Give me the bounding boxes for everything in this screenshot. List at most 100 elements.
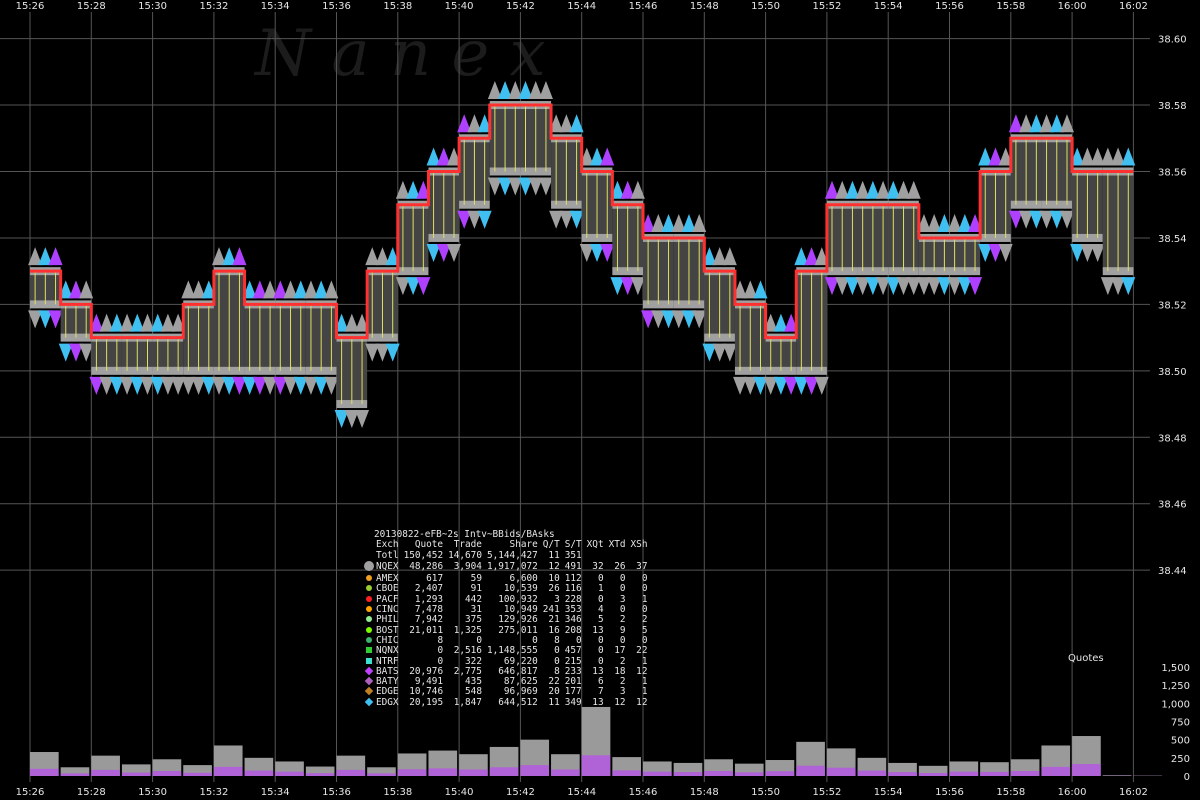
volume-bar-segment [397, 769, 427, 776]
volume-tick-label: 1,250 [1161, 681, 1190, 692]
x-tick-label-top: 15:52 [812, 1, 841, 12]
stats-cell-quote: 150,452 [403, 549, 444, 561]
stats-cell-quote: 8 [437, 634, 444, 646]
stats-cell-qt: 11 [548, 696, 560, 708]
volume-bar-segment [551, 769, 580, 776]
exchange-marker-icon [364, 560, 374, 571]
stats-cell-quote: 48,286 [409, 561, 444, 573]
volume-bar-segment [734, 772, 764, 776]
x-tick-label-top: 16:00 [1058, 1, 1087, 12]
stats-cell-trade: 3,904 [453, 561, 482, 573]
bid-marker [600, 243, 615, 262]
exchange-marker-icon [366, 585, 372, 592]
volume-bar-segment [857, 770, 887, 776]
volume-bar-segment [428, 768, 458, 776]
volume-bar-segment [673, 772, 703, 776]
y-tick-label: 38.54 [1158, 234, 1187, 245]
x-tick-label-top: 15:32 [199, 1, 228, 12]
volume-bar-segment [91, 769, 120, 776]
y-tick-label: 38.50 [1158, 367, 1187, 378]
stats-cell-quote: 20,195 [409, 696, 444, 708]
x-tick-label-top: 15:30 [138, 1, 167, 12]
x-tick-label-top: 15:44 [567, 1, 596, 12]
volume-tick-label: 1,500 [1161, 663, 1190, 674]
exchange-marker-icon [366, 595, 372, 602]
stats-header-cell: XTd [608, 539, 626, 551]
x-tick-label-bottom: 15:56 [935, 787, 964, 798]
stats-cell-xqt: 13 [592, 696, 604, 708]
x-tick-label-bottom: 15:36 [322, 787, 351, 798]
volume-bar-segment [275, 771, 304, 776]
stats-cell-qt: 12 [548, 561, 560, 573]
y-tick-label: 38.60 [1158, 35, 1187, 46]
volume-bar-segment [305, 773, 335, 776]
y-tick-label: 38.44 [1158, 566, 1187, 577]
stats-cell-qt: 11 [548, 549, 560, 561]
volume-tick-label: 0 [1184, 772, 1190, 783]
x-tick-label-top: 15:56 [935, 1, 964, 12]
stats-cell-trade: 1,847 [453, 696, 482, 708]
exchange-marker-icon [366, 575, 372, 582]
x-tick-label-top: 15:28 [77, 1, 106, 12]
x-tick-label-top: 15:40 [445, 1, 474, 12]
volume-bar-segment [459, 769, 488, 776]
y-tick-label: 38.48 [1158, 433, 1187, 444]
x-tick-label-bottom: 15:30 [138, 787, 167, 798]
x-tick-label-bottom: 15:28 [77, 787, 106, 798]
stats-row: BOST 21,011 1,325 275,011 16 208 13 9 5 [364, 625, 647, 636]
x-tick-label-top: 15:48 [690, 1, 719, 12]
ask-marker [722, 247, 737, 266]
bid-marker [538, 177, 553, 196]
stats-cell-xqt [582, 551, 604, 561]
y-tick-label: 38.46 [1158, 500, 1187, 511]
exchange-marker-icon [366, 636, 372, 643]
x-tick-label-top: 15:36 [322, 1, 351, 12]
volume-bar-segment [826, 767, 856, 776]
x-tick-label-top: 15:38 [383, 1, 412, 12]
stats-cell-xsh: 37 [636, 561, 648, 573]
stats-cell-xtd: 26 [614, 561, 626, 573]
volume-bar-segment [612, 770, 641, 776]
stats-cell-quote: 0 [437, 645, 444, 657]
x-tick-label-top: 16:02 [1119, 1, 1148, 12]
volume-chart-title: Quotes [1068, 653, 1104, 664]
y-tick-label: 38.52 [1158, 300, 1187, 311]
stats-row: Totl 150,452 14,670 5,144,427 11 351 [364, 549, 648, 561]
x-tick-label-bottom: 15:34 [261, 787, 290, 798]
x-tick-label-top: 15:50 [751, 1, 780, 12]
x-tick-label-top: 15:58 [996, 1, 1025, 12]
y-tick-label: 38.58 [1158, 101, 1187, 112]
exchange-marker-icon [366, 647, 372, 654]
volume-bar-segment [796, 765, 825, 776]
bid-marker [1090, 243, 1105, 262]
x-tick-label-top: 15:34 [261, 1, 290, 12]
stats-title: 20130822-eFB~2s Intv~BBids/BAsks [374, 529, 555, 540]
volume-tick-label: 500 [1171, 736, 1190, 747]
stats-cell-trade: 14,670 [448, 549, 482, 561]
volume-bar-segment [244, 770, 274, 776]
stats-cell-st: 349 [564, 696, 582, 708]
bid-marker [968, 277, 983, 296]
x-tick-label-bottom: 15:48 [690, 787, 719, 798]
stats-cell-xtd: 12 [614, 696, 626, 708]
stats-cell-exch: EDGX [376, 696, 399, 708]
volume-tick-label: 250 [1171, 754, 1190, 765]
stats-cell-xqt: 32 [592, 561, 604, 573]
x-tick-label-bottom: 16:02 [1119, 787, 1148, 798]
x-tick-label-top: 15:46 [629, 1, 658, 12]
volume-bar-segment [888, 772, 917, 776]
stats-cell-xtd [604, 551, 626, 561]
exchange-marker-icon [366, 606, 372, 613]
volume-bar-segment [1041, 766, 1071, 776]
volume-bar-segment [520, 765, 550, 776]
ask-marker [906, 180, 921, 199]
stats-header-cell: XSh [630, 539, 648, 551]
watermark: N a n e x [253, 17, 546, 91]
volume-tick-label: 750 [1171, 718, 1190, 729]
exchange-marker-icon [366, 626, 372, 633]
stats-cell-xsh [626, 551, 648, 561]
x-tick-label-bottom: 15:54 [874, 787, 903, 798]
x-tick-label-bottom: 15:44 [567, 787, 596, 798]
volume-bar-segment [336, 769, 366, 776]
x-tick-label-bottom: 15:52 [812, 787, 841, 798]
